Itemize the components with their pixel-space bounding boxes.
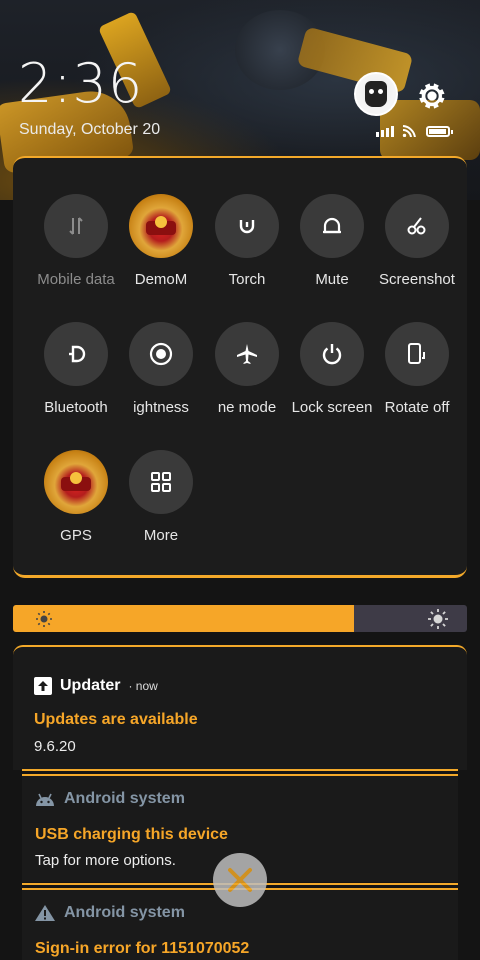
notification-app-name: Android system [64, 790, 185, 807]
tile-label: Mute [315, 271, 349, 288]
tile-label: Screenshot [379, 271, 455, 288]
tile-mobile-data[interactable]: Mobile data [36, 194, 116, 288]
signal-icon [376, 126, 394, 137]
notification-body: 9.6.20 [34, 738, 76, 755]
airplane-icon [215, 322, 279, 386]
brightness-high-icon [428, 609, 448, 629]
tile-torch[interactable]: Torch [207, 194, 287, 288]
notification-title: USB charging this device [35, 826, 228, 843]
mobile-data-icon [44, 194, 108, 258]
tile-label: Mobile data [37, 271, 115, 288]
bell-icon [300, 194, 364, 258]
clock: 2:36 [18, 52, 144, 115]
tile-more[interactable]: More [121, 450, 201, 544]
robot-avatar-icon[interactable] [354, 72, 398, 116]
tile-lock-screen[interactable]: Lock screen [292, 322, 372, 416]
wifi-icon [129, 194, 193, 258]
notification-updater[interactable]: Updater · now Updates are available 9.6.… [13, 645, 467, 770]
brightness-low-icon [36, 611, 52, 627]
close-icon [228, 868, 252, 892]
power-icon [300, 322, 364, 386]
tile-rotate-off[interactable]: Rotate off [377, 322, 457, 416]
notification-header: Updater · now [34, 677, 158, 695]
quick-settings-panel: Mobile data DemoM Torch Mute Screenshot Bluet… [13, 156, 467, 578]
bluetooth-icon [44, 322, 108, 386]
notification-app-name: Android system [64, 904, 185, 921]
rotate-icon [385, 322, 449, 386]
tile-gps[interactable]: GPS [36, 450, 116, 544]
grid-icon [129, 450, 193, 514]
tile-ightness[interactable]: ightness [121, 322, 201, 416]
clear-notifications-button[interactable] [213, 853, 267, 907]
tile-label: GPS [60, 527, 92, 544]
date-label: Sunday, October 20 [19, 121, 161, 138]
tile-label: Torch [228, 271, 266, 288]
brightness-fill [13, 605, 354, 632]
tile-label: DemoM [134, 271, 188, 288]
tile-bluetooth[interactable]: Bluetooth [36, 322, 116, 416]
scissors-icon [385, 194, 449, 258]
notification-header: Android system [34, 904, 185, 922]
location-icon [44, 450, 108, 514]
android-icon [36, 793, 54, 806]
gear-icon[interactable] [416, 80, 448, 112]
tile-label: Bluetooth [44, 399, 108, 416]
notification-body: Tap for more options. [35, 852, 176, 869]
wifi-icon [402, 125, 416, 137]
auto-brightness-icon [129, 322, 193, 386]
notification-header: Android system [34, 790, 185, 808]
tile-demom[interactable]: DemoM [121, 194, 201, 288]
tile-screenshot[interactable]: Screenshot [377, 194, 457, 288]
notification-app-name: Updater [60, 677, 121, 694]
update-arrow-icon [34, 677, 52, 695]
tile-label: ne mode [217, 399, 277, 416]
tile-label: More [143, 527, 179, 544]
notification-divider [22, 769, 458, 771]
tile-ne-mode[interactable]: ne mode [207, 322, 287, 416]
warning-icon [35, 905, 55, 921]
battery-icon [426, 126, 453, 137]
notification-title: Sign-in error for 1151070052 [35, 940, 250, 957]
brightness-slider[interactable] [13, 605, 467, 632]
status-bar [376, 121, 453, 137]
tile-label: ightness [133, 399, 189, 416]
torch-icon [215, 194, 279, 258]
tile-mute[interactable]: Mute [292, 194, 372, 288]
tile-label: Rotate off [384, 399, 450, 416]
tile-label: Lock screen [291, 399, 373, 416]
notification-time: · now [128, 679, 158, 693]
notification-title: Updates are available [34, 711, 198, 728]
